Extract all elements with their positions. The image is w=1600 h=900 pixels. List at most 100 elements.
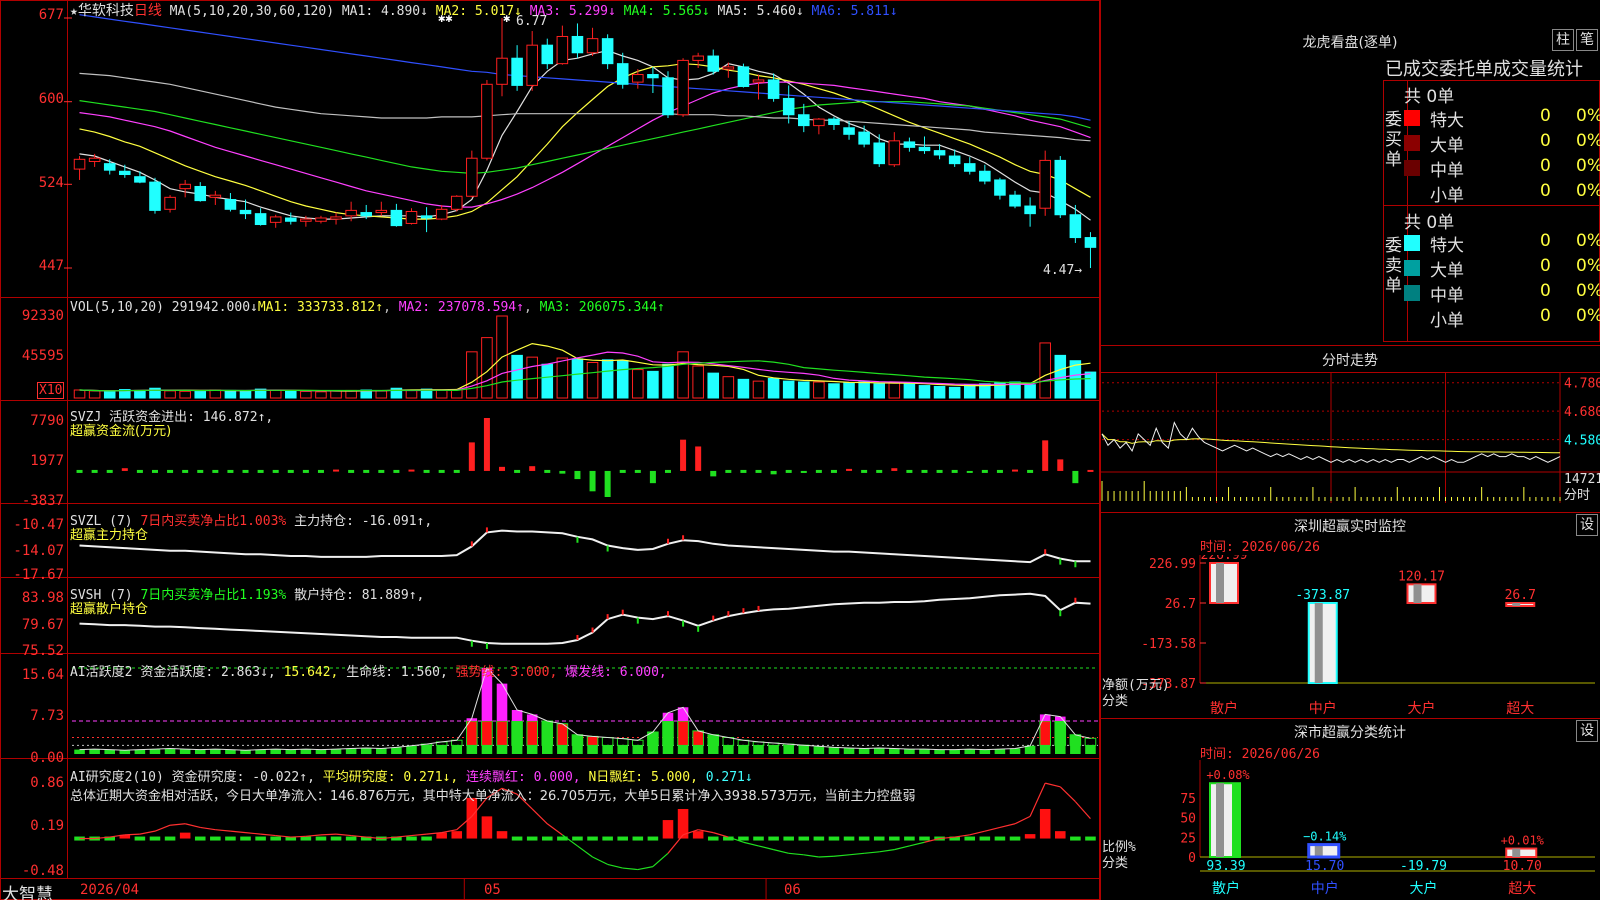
volume-bar xyxy=(375,390,388,399)
activity-base xyxy=(919,749,930,754)
star-icon[interactable]: ★ xyxy=(70,4,78,19)
activity-base xyxy=(723,745,734,754)
intraday-y-tick: 4.780 xyxy=(1564,377,1600,392)
research-dash xyxy=(1070,836,1081,841)
classify-bar xyxy=(1209,782,1241,858)
volume-bar xyxy=(466,351,478,399)
activity-bar xyxy=(1009,748,1021,754)
candle xyxy=(571,23,584,59)
candle xyxy=(752,74,765,100)
research-dash xyxy=(783,836,794,841)
candle-body xyxy=(843,127,855,135)
activity-bar xyxy=(1084,737,1097,754)
activity-mid xyxy=(692,730,704,746)
fund-flow-dash xyxy=(167,469,174,473)
research-line-segment xyxy=(154,824,171,832)
candle xyxy=(556,25,569,65)
activity-bar xyxy=(752,741,765,754)
fund-flow-bar xyxy=(499,466,506,471)
volume-bar xyxy=(843,382,855,399)
intraday-y-tick: 4.580 xyxy=(1564,434,1600,449)
volume-bar xyxy=(903,383,916,399)
volume-bar xyxy=(918,385,931,399)
candle xyxy=(496,18,508,97)
monitor-y-tick: 226.99 xyxy=(1149,557,1196,572)
activity-base xyxy=(496,745,508,754)
classify-bar-shade xyxy=(1216,783,1224,857)
volume-bar xyxy=(752,380,765,399)
buy-order-label: 大单 xyxy=(1430,136,1464,156)
classify-bar-shade xyxy=(1512,848,1521,857)
fund-flow-bar xyxy=(770,470,777,475)
fund-flow-bar xyxy=(966,470,973,473)
activity-base xyxy=(104,749,116,754)
candle-body xyxy=(209,194,222,198)
kline-chart-svg[interactable]: ✱✱ ✱ xyxy=(0,0,1100,900)
ma6-value: MA6: 5.811↓ xyxy=(811,4,898,19)
volume-bar xyxy=(209,389,222,399)
fund-flow-dash xyxy=(212,469,219,473)
activity-bar xyxy=(496,683,508,754)
candle xyxy=(481,79,493,161)
ai-activity-v3: 生命线: 1.560, xyxy=(346,665,448,680)
research-bar xyxy=(1039,808,1051,839)
sz-monitor-settings-button[interactable]: 设 xyxy=(1576,514,1598,536)
candle-body xyxy=(933,150,946,156)
kline-chart-area[interactable]: ✱✱ ✱ xyxy=(0,0,1100,900)
volume-bar xyxy=(194,390,207,399)
activity-base xyxy=(194,749,206,754)
svsh-tick-bot: 75.52 xyxy=(21,643,64,659)
bar-mode-button[interactable]: 柱 xyxy=(1552,29,1574,51)
fund-flow-dash xyxy=(861,469,868,473)
activity-base xyxy=(179,749,191,754)
fund-flow-bar xyxy=(891,468,898,471)
activity-bar xyxy=(632,739,644,754)
activity-bar xyxy=(994,749,1006,754)
fund-flow-bar xyxy=(800,470,807,473)
volume-bar xyxy=(239,390,252,399)
candle-body xyxy=(707,55,720,72)
candle-body xyxy=(466,157,478,197)
tick-mode-button[interactable]: 笔 xyxy=(1576,29,1598,51)
research-dash xyxy=(889,836,900,841)
activity-mid xyxy=(481,720,493,746)
candle xyxy=(179,179,191,198)
volume-bar xyxy=(586,361,599,399)
price-high-label: 6.77 xyxy=(516,14,548,29)
research-dash xyxy=(979,836,991,841)
research-dash xyxy=(134,836,146,841)
research-dash xyxy=(828,836,840,841)
candle-body xyxy=(375,209,388,214)
sz-classify-settings-button[interactable]: 设 xyxy=(1576,720,1598,742)
research-dash xyxy=(753,836,764,841)
activity-mid xyxy=(601,737,614,746)
activity-base xyxy=(300,749,312,754)
svzl-value: 主力持仓: -16.091↑, xyxy=(294,514,433,529)
fund-flow-dash xyxy=(151,469,158,473)
activity-mid xyxy=(662,720,674,746)
candle-body xyxy=(164,196,176,210)
buy-order-count: 0 xyxy=(1540,181,1551,201)
activity-mid xyxy=(632,739,644,746)
fund-flow-dash xyxy=(921,469,928,473)
fund-flow-dash xyxy=(996,469,1003,473)
candle-body xyxy=(88,157,101,162)
svzl-tick-mid: -14.07 xyxy=(13,543,64,559)
activity-bar xyxy=(1024,745,1036,754)
activity-base xyxy=(692,745,704,754)
research-bar xyxy=(179,832,191,839)
research-line-segment xyxy=(818,855,834,858)
candle xyxy=(843,121,855,140)
candle xyxy=(1039,150,1051,216)
candle-body xyxy=(948,155,961,165)
ma5-value: MA5: 5.460↓ xyxy=(717,4,804,19)
period-label[interactable]: 日线 xyxy=(134,3,162,19)
volume-bar xyxy=(677,351,689,399)
activity-base xyxy=(889,748,900,754)
intraday-chart[interactable]: 4.780 4.680 4.580 14721分时 xyxy=(1100,373,1600,513)
vol-ma2: MA2: 237078.594↑ xyxy=(398,300,524,315)
candle xyxy=(1024,197,1036,227)
activity-base xyxy=(240,750,251,754)
stock-name[interactable]: 华软科技 xyxy=(78,3,134,19)
activity-base xyxy=(74,749,85,754)
